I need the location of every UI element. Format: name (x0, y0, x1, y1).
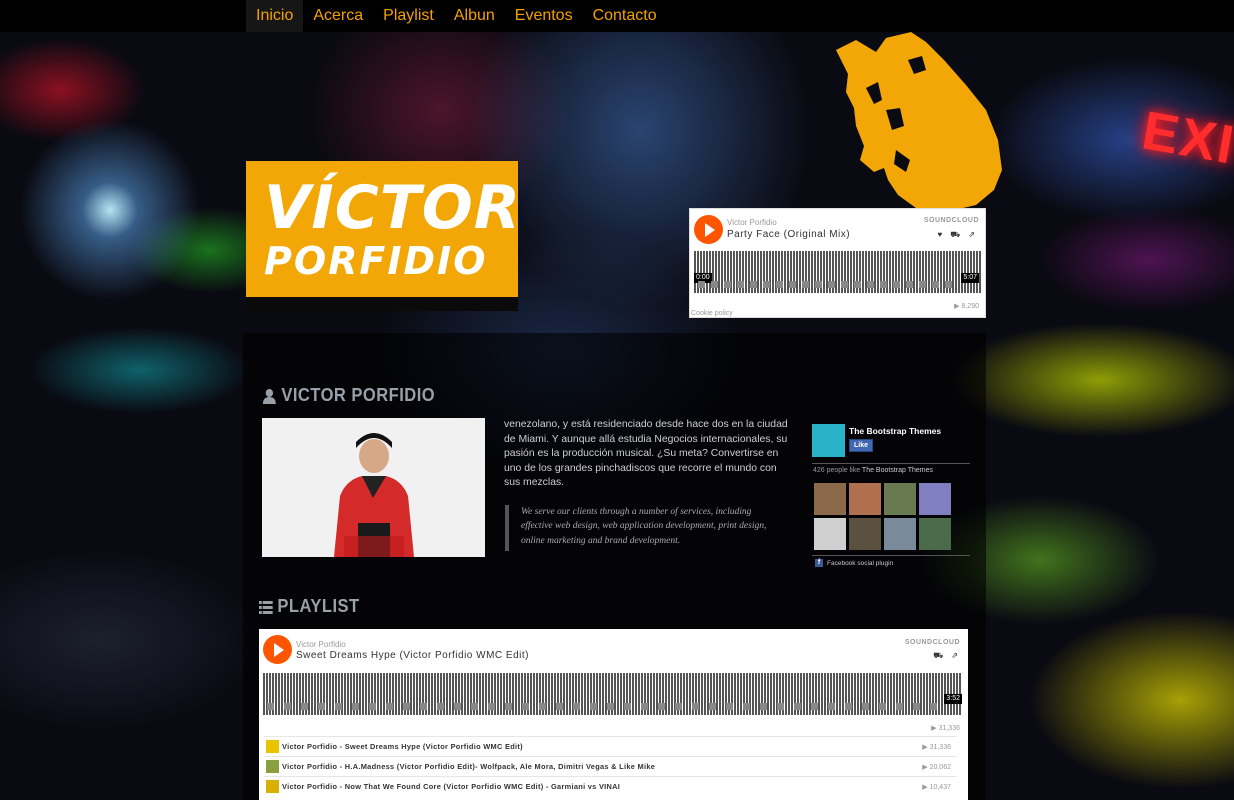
track-plays: ▶ 20,062 (922, 764, 951, 771)
comment-avatars[interactable] (698, 281, 952, 288)
track-artwork (266, 760, 279, 773)
fan-avatar[interactable] (919, 518, 951, 550)
playlist-heading: PLAYLIST (259, 596, 360, 617)
playlist-heading-text: PLAYLIST (277, 596, 360, 616)
nav-contacto[interactable]: Contacto (583, 0, 667, 32)
share-icon[interactable]: ⇗ (968, 230, 975, 240)
nav-albun[interactable]: Albun (444, 0, 505, 32)
fan-faces-grid (814, 483, 951, 550)
play-count: ▶ 31,336 (931, 725, 960, 732)
track-artist[interactable]: Victor Porfidio (727, 218, 777, 227)
fan-avatar[interactable] (849, 518, 881, 550)
artist-bio: venezolano, y está residenciado desde ha… (504, 419, 788, 489)
fan-avatar[interactable] (884, 483, 916, 515)
track-artwork (266, 780, 279, 793)
header-soundcloud-player: Victor Porfidio Party Face (Original Mix… (689, 208, 986, 318)
plugin-label: Facebook social plugin (827, 559, 894, 567)
like-count-text: 426 people like (813, 467, 861, 474)
track-name[interactable]: Victor Porfidio - Sweet Dreams Hype (Vic… (282, 742, 523, 751)
fan-avatar[interactable] (814, 518, 846, 550)
play-button[interactable] (694, 215, 723, 244)
artist-photo (262, 418, 485, 557)
facebook-page-avatar[interactable] (812, 424, 845, 457)
fan-avatar[interactable] (814, 483, 846, 515)
cookie-policy-link[interactable]: Cookie policy (691, 310, 733, 317)
nav-acerca[interactable]: Acerca (303, 0, 373, 32)
nav-inicio[interactable]: Inicio (246, 0, 304, 32)
play-count: ▶ 8,290 (954, 303, 979, 310)
about-heading: VICTOR PORFIDIO (262, 385, 435, 406)
track-plays-value: 31,336 (929, 744, 951, 751)
track-artist[interactable]: Victor Porfidio (296, 640, 346, 649)
time-duration: 3:52 (944, 694, 962, 704)
exit-sign: EXIT (1137, 100, 1234, 182)
track-row[interactable]: Victor Porfidio - Now That We Found Core… (264, 776, 957, 796)
player-actions: ⛟ ⇗ (933, 651, 958, 661)
buy-cart-icon[interactable]: ⛟ (950, 230, 960, 240)
user-icon (262, 388, 276, 404)
artist-logo[interactable]: VÍCTOR PORFIDIO (246, 161, 521, 297)
like-count-page[interactable]: The Bootstrap Themes (862, 467, 933, 474)
player-actions: ♥ ⛟ ⇗ (937, 230, 975, 240)
like-count: 426 people like The Bootstrap Themes (813, 467, 933, 474)
comment-avatars[interactable] (267, 703, 937, 710)
play-count-value: 8,290 (961, 303, 979, 310)
nav-eventos[interactable]: Eventos (505, 0, 583, 32)
divider (812, 463, 970, 464)
logo-line-2: PORFIDIO (264, 239, 488, 283)
play-count-value: 31,336 (938, 725, 960, 732)
track-plays-value: 10,437 (929, 784, 951, 791)
track-artwork (266, 740, 279, 753)
facebook-like-box: The Bootstrap Themes Like 426 people lik… (810, 418, 970, 573)
dj-silhouette-graphic (836, 32, 1002, 212)
top-navbar: Inicio Acerca Playlist Albun Eventos Con… (0, 0, 1234, 32)
play-button[interactable] (263, 635, 292, 664)
track-name[interactable]: Victor Porfidio - Now That We Found Core… (282, 782, 620, 791)
track-title[interactable]: Sweet Dreams Hype (Victor Porfidio WMC E… (296, 650, 529, 661)
facebook-icon: f (815, 559, 823, 567)
track-plays: ▶ 10,437 (922, 784, 951, 791)
track-plays: ▶ 31,336 (922, 744, 951, 751)
track-row[interactable]: Victor Porfidio - Sweet Dreams Hype (Vic… (264, 736, 957, 756)
fan-avatar[interactable] (919, 483, 951, 515)
track-name[interactable]: Victor Porfidio - H.A.Madness (Victor Po… (282, 762, 655, 771)
facebook-plugin-footer[interactable]: f Facebook social plugin (815, 559, 893, 567)
track-title[interactable]: Party Face (Original Mix) (727, 229, 850, 240)
fan-avatar[interactable] (849, 483, 881, 515)
blockquote: We serve our clients through a number of… (505, 505, 775, 551)
like-heart-icon[interactable]: ♥ (937, 230, 942, 240)
divider (812, 555, 970, 556)
logo-line-1: VÍCTOR (264, 173, 521, 243)
soundcloud-logo[interactable]: SOUNDCLOUD (905, 639, 960, 646)
time-duration: 5:07 (961, 273, 979, 283)
nav-playlist[interactable]: Playlist (373, 0, 444, 32)
fan-avatar[interactable] (884, 518, 916, 550)
main-nav: Inicio Acerca Playlist Albun Eventos Con… (246, 0, 667, 32)
facebook-like-button[interactable]: Like (849, 439, 874, 452)
soundcloud-logo[interactable]: SOUNDCLOUD (924, 217, 979, 224)
track-plays-value: 20,062 (929, 764, 951, 771)
buy-cart-icon[interactable]: ⛟ (933, 651, 943, 661)
about-heading-text: VICTOR PORFIDIO (281, 385, 436, 405)
track-row[interactable]: Victor Porfidio - H.A.Madness (Victor Po… (264, 756, 957, 776)
share-icon[interactable]: ⇗ (951, 651, 958, 661)
list-icon (259, 600, 273, 614)
track-list: Victor Porfidio - Sweet Dreams Hype (Vic… (264, 736, 957, 796)
logo-shadow (246, 297, 518, 311)
artist-photo-image (262, 418, 485, 557)
facebook-page-name[interactable]: The Bootstrap Themes (849, 426, 941, 436)
